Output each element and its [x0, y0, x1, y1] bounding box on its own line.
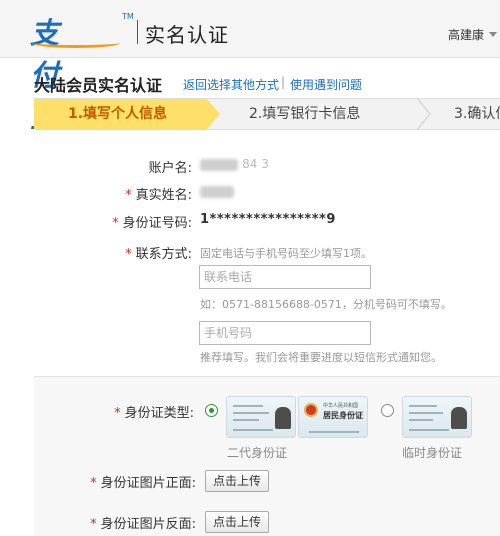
top-bar: 支付宝 TM 实名认证 高建康 — [0, 0, 500, 134]
card-photo-icon — [451, 407, 467, 429]
card-text-line — [233, 429, 273, 431]
card-title-text: 中华人民共和国 — [323, 403, 359, 409]
help-link[interactable]: 使用遇到问题 — [290, 76, 362, 93]
account-label: 账户名: — [148, 161, 192, 176]
card-text-line — [309, 431, 359, 433]
link-separator: | — [281, 75, 286, 89]
mobile-hint: 推荐填写。我们会将重要进度以短信形式通知您。 — [200, 351, 442, 364]
logo-swoosh-icon — [32, 38, 120, 48]
card-text-line — [233, 419, 259, 421]
card-text-line — [409, 405, 437, 407]
step-confirm: 3.确认信 — [454, 106, 500, 122]
account-value: 84 3 — [200, 157, 269, 172]
realname-value — [200, 184, 234, 199]
logo-tm: TM — [122, 12, 134, 21]
card-text-line — [409, 429, 449, 431]
upload-back-button[interactable]: 点击上传 — [205, 511, 269, 533]
card-subtitle-text: 居民身份证 — [323, 411, 363, 420]
temporary-id-image — [402, 396, 472, 438]
id-front-label: * 身份证图片正面: — [90, 476, 196, 491]
header-divider — [137, 20, 138, 44]
user-menu[interactable]: 高建康 — [448, 26, 484, 43]
step-arrow-icon — [206, 98, 220, 130]
masked-text — [200, 158, 238, 171]
upload-front-button[interactable]: 点击上传 — [205, 470, 269, 492]
step-bank-card: 2.填写银行卡信息 — [249, 106, 361, 122]
second-gen-id-label: 二代身份证 — [227, 446, 288, 460]
contact-hint: 固定电话与手机号码至少填写1项。 — [200, 247, 372, 260]
radio-second-gen-id[interactable] — [205, 404, 218, 417]
radio-temporary-id[interactable] — [381, 404, 394, 417]
temporary-id-label: 临时身份证 — [402, 446, 463, 460]
card-text-line — [233, 405, 263, 407]
card-text-line — [409, 412, 443, 414]
second-gen-id-back-image — [226, 396, 296, 438]
id-back-label: * 身份证图片反面: — [90, 517, 196, 532]
card-photo-icon — [275, 407, 291, 429]
second-gen-id-front-image: 中华人民共和国 居民身份证 — [298, 396, 368, 438]
id-number-value: 1****************9 — [200, 212, 336, 227]
page-section-title: 实名认证 — [145, 23, 229, 47]
card-text-line — [233, 412, 269, 414]
step-arrow-icon — [416, 98, 431, 130]
realname-label: * 真实姓名: — [125, 188, 192, 203]
phone-hint: 如：0571-88156688-0571，分机号码可不填写。 — [200, 298, 452, 311]
other-methods-link[interactable]: 返回选择其他方式 — [183, 76, 279, 93]
mobile-input[interactable] — [199, 321, 371, 345]
card-text-line — [409, 419, 433, 421]
chevron-down-icon[interactable] — [489, 32, 497, 37]
progress-steps: 1.填写个人信息 2.填写银行卡信息 3.确认信 — [34, 98, 500, 130]
step-personal-info: 1.填写个人信息 — [34, 99, 206, 129]
id-number-label: * 身份证号码: — [112, 216, 192, 231]
page-title: 大陆会员实名认证 — [34, 76, 163, 95]
id-type-label: * 身份证类型: — [114, 406, 194, 421]
phone-input[interactable] — [199, 265, 371, 289]
national-emblem-icon — [304, 403, 318, 417]
masked-text — [200, 185, 234, 198]
contact-label: * 联系方式: — [125, 247, 192, 262]
